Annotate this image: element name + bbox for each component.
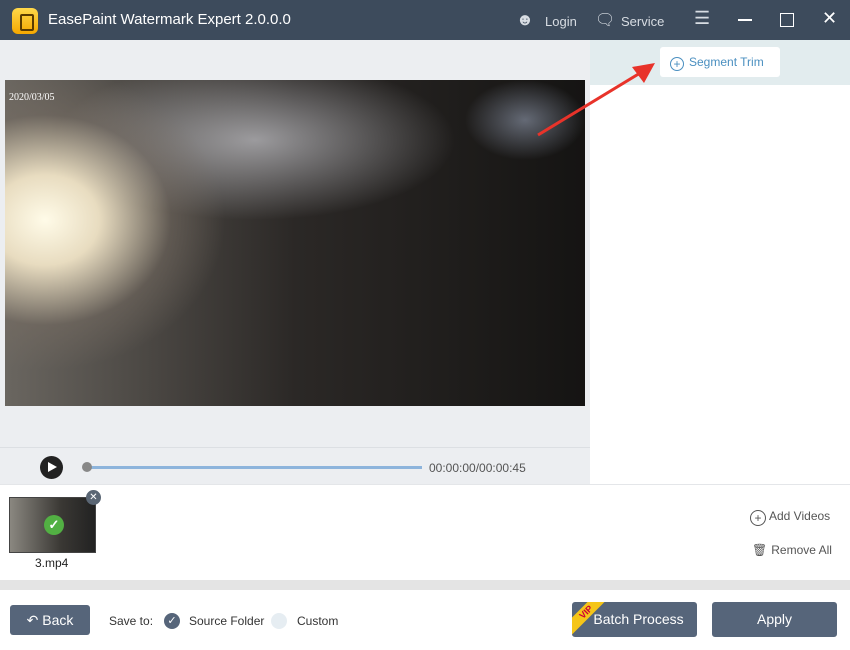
progress-handle[interactable] <box>82 462 92 472</box>
segment-trim-label: Segment Trim <box>689 55 764 69</box>
back-label: Back <box>42 612 74 628</box>
plus-circle-icon: + <box>750 510 766 526</box>
play-icon[interactable] <box>40 456 63 479</box>
app-title: EasePaint Watermark Expert 2.0.0.0 <box>48 11 291 28</box>
remove-all-button[interactable]: 🗑 Remove All <box>752 543 832 557</box>
close-icon[interactable]: ✕ <box>822 8 837 29</box>
user-icon[interactable]: ☻ <box>516 10 534 30</box>
add-videos-label: Add Videos <box>769 509 831 523</box>
back-button[interactable]: ↶ Back <box>10 605 90 635</box>
batch-process-label: Batch Process <box>593 611 684 627</box>
menu-icon[interactable]: ☰ <box>694 8 710 29</box>
custom-radio[interactable] <box>271 613 287 629</box>
red-arrow-annotation <box>537 63 655 137</box>
apply-button[interactable]: Apply <box>712 602 837 637</box>
file-name: 3.mp4 <box>35 556 69 570</box>
date-stamp: 2020/03/05 <box>9 92 55 103</box>
trash-icon: 🗑 <box>752 543 768 557</box>
file-strip <box>0 484 850 580</box>
add-videos-button[interactable]: + Add Videos <box>750 509 830 526</box>
login-button[interactable]: Login <box>545 14 577 29</box>
check-icon: ✓ <box>44 515 64 535</box>
chat-icon[interactable]: 🗨 <box>595 10 615 30</box>
remove-all-label: Remove All <box>771 543 832 557</box>
time-display: 00:00:00/00:00:45 <box>429 461 526 475</box>
source-folder-radio[interactable]: ✓ <box>164 613 180 629</box>
batch-process-button[interactable]: VIP Batch Process <box>572 602 697 637</box>
source-folder-label[interactable]: Source Folder <box>189 614 264 628</box>
remove-file-icon[interactable]: ✕ <box>86 490 101 505</box>
divider <box>0 580 850 590</box>
maximize-icon[interactable] <box>780 13 794 27</box>
back-arrow-icon: ↶ <box>26 612 43 628</box>
plus-circle-icon: + <box>670 57 684 71</box>
player-controls: 00:00:00/00:00:45 <box>0 447 590 484</box>
segment-trim-button[interactable]: + Segment Trim <box>660 47 780 77</box>
title-bar: EasePaint Watermark Expert 2.0.0.0 ☻ Log… <box>0 0 850 40</box>
service-button[interactable]: Service <box>621 14 664 29</box>
save-to-label: Save to: <box>109 614 154 628</box>
progress-slider[interactable] <box>86 466 422 469</box>
video-preview: 2020/03/05 <box>5 80 585 406</box>
minimize-icon[interactable] <box>738 19 752 21</box>
app-logo-icon <box>12 8 38 34</box>
custom-label[interactable]: Custom <box>297 614 338 628</box>
